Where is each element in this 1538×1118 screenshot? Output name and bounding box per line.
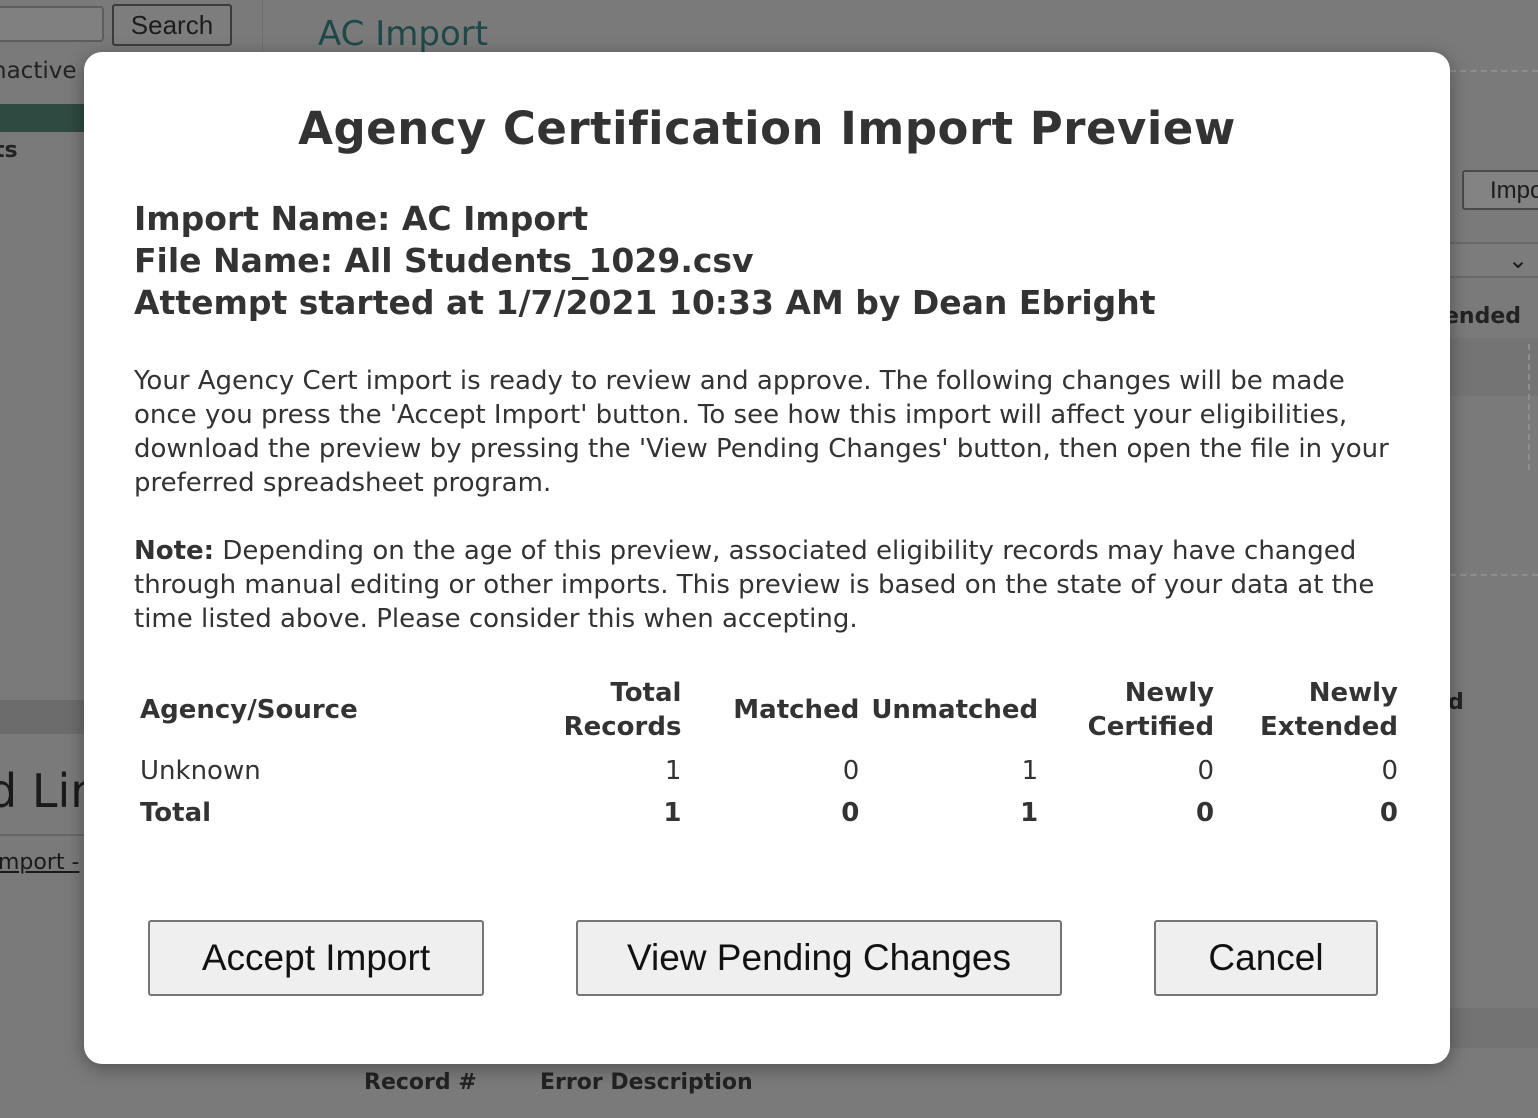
background-record-header: Record # bbox=[364, 1070, 477, 1095]
header-newly-certified: Newly Certified bbox=[1087, 678, 1215, 742]
cell-extended: 0 bbox=[1379, 798, 1398, 828]
background-column-label: ended bbox=[1444, 304, 1521, 329]
cell-matched: 0 bbox=[842, 756, 860, 786]
cell-agency: Total bbox=[140, 798, 212, 828]
background-column-label: d bbox=[1448, 690, 1464, 715]
note-label: Note: bbox=[134, 536, 215, 566]
view-pending-changes-button[interactable]: View Pending Changes bbox=[576, 920, 1062, 996]
cell-extended: 0 bbox=[1381, 756, 1398, 786]
cell-certified: 0 bbox=[1197, 756, 1215, 786]
cell-unmatched: 1 bbox=[1020, 798, 1039, 828]
background-error-header: Error Description bbox=[540, 1070, 753, 1095]
table-header-row: Agency/Source Total Records Matched Unmat… bbox=[134, 674, 1404, 746]
header-newly-extended: Newly Extended bbox=[1260, 678, 1398, 742]
background-divider bbox=[1450, 70, 1538, 72]
background-section-band bbox=[0, 700, 90, 734]
chevron-down-icon: ⌄ bbox=[1508, 246, 1529, 274]
background-search-button[interactable]: Search bbox=[112, 4, 232, 46]
cell-agency: Unknown bbox=[140, 756, 261, 786]
description-text: Your Agency Cert import is ready to revi… bbox=[134, 366, 1389, 498]
import-name: Import Name: AC Import bbox=[134, 199, 589, 238]
background-divider bbox=[1450, 574, 1538, 576]
attempt-info: Attempt started at 1/7/2021 10:33 AM by … bbox=[134, 283, 1156, 322]
table-row: Unknown 1 0 1 0 0 bbox=[134, 746, 1404, 792]
background-sidebar-label: ts bbox=[0, 138, 18, 163]
header-total-records: Total Records bbox=[563, 678, 682, 742]
background-import-link[interactable]: mport - bbox=[0, 850, 79, 875]
background-import-button[interactable]: Impo bbox=[1462, 170, 1538, 210]
header-matched: Matched bbox=[733, 695, 860, 725]
background-divider bbox=[0, 834, 90, 836]
cell-matched: 0 bbox=[841, 798, 860, 828]
background-row-band bbox=[1450, 1008, 1538, 1048]
note-body: Depending on the age of this preview, as… bbox=[134, 536, 1375, 634]
cell-certified: 0 bbox=[1195, 798, 1215, 828]
background-page-heading: AC Import bbox=[318, 14, 489, 54]
note-text: Note: Depending on the age of this previ… bbox=[134, 534, 1404, 636]
import-preview-modal: Agency Certification Import Preview Impo… bbox=[84, 52, 1450, 1064]
file-name: File Name: All Students_1029.csv bbox=[134, 241, 754, 280]
background-sidebar-active-bar bbox=[0, 104, 90, 132]
background-search-input[interactable] bbox=[0, 6, 104, 42]
header-unmatched: Unmatched bbox=[871, 695, 1039, 725]
modal-title: Agency Certification Import Preview bbox=[298, 102, 1236, 155]
summary-table: Agency/Source Total Records Matched Unmat… bbox=[134, 674, 1404, 834]
cancel-button[interactable]: Cancel bbox=[1154, 920, 1378, 996]
table-total-row: Total 1 0 1 0 0 bbox=[134, 792, 1404, 834]
cell-total: 1 bbox=[663, 798, 682, 828]
background-row-band bbox=[1450, 338, 1538, 396]
cell-unmatched: 1 bbox=[1021, 756, 1039, 786]
background-inactive-label: nactive bbox=[0, 58, 77, 84]
import-meta: Import Name: AC Import File Name: All St… bbox=[134, 198, 1156, 324]
header-agency-source: Agency/Source bbox=[140, 695, 358, 725]
background-divider-vertical bbox=[1528, 344, 1530, 470]
cell-total: 1 bbox=[664, 756, 682, 786]
accept-import-button[interactable]: Accept Import bbox=[148, 920, 484, 996]
